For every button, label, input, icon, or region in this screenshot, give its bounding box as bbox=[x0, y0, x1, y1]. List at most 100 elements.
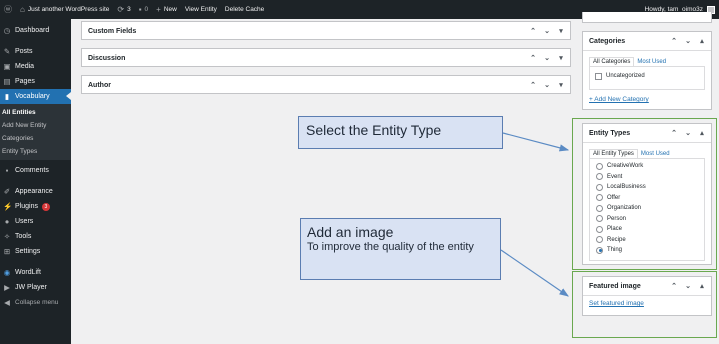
new-content-link[interactable]: + New bbox=[152, 0, 181, 19]
callout-subtitle: To improve the quality of the entity bbox=[307, 241, 474, 253]
menu-label: WordLift bbox=[15, 269, 41, 276]
dashboard-icon: ◷ bbox=[3, 26, 11, 35]
home-icon: ⌂ bbox=[20, 5, 25, 14]
page-icon: ▤ bbox=[3, 77, 11, 86]
callout-add-image: Add an image To improve the quality of t… bbox=[300, 218, 501, 280]
box-title: Author bbox=[88, 81, 111, 89]
categories-list: Uncategorized bbox=[589, 66, 705, 90]
menu-label: Media bbox=[15, 63, 35, 70]
author-box: Author ⌃ ⌄ ▾ bbox=[81, 75, 571, 94]
collapse-menu-button[interactable]: ◀ Collapse menu bbox=[0, 295, 71, 310]
chevron-up-icon[interactable]: ⌃ bbox=[530, 54, 536, 62]
menu-pages[interactable]: ▤ Pages bbox=[0, 74, 71, 89]
media-icon: ▣ bbox=[3, 62, 11, 71]
site-name: Just another WordPress site bbox=[27, 6, 110, 13]
discussion-header[interactable]: Discussion ⌃ ⌄ ▾ bbox=[82, 49, 570, 67]
updates-count: 3 bbox=[127, 6, 131, 13]
comments-link[interactable]: ▪ 0 bbox=[135, 0, 152, 19]
menu-label: Collapse menu bbox=[15, 299, 59, 306]
user-icon: ● bbox=[4, 217, 10, 226]
callout-select-entity-type: Select the Entity Type bbox=[298, 116, 503, 149]
publish-box-bottom bbox=[582, 12, 712, 23]
vocabulary-icon: ▮ bbox=[4, 92, 10, 101]
site-name-link[interactable]: ⌂ Just another WordPress site bbox=[16, 0, 113, 19]
list-item[interactable]: Uncategorized bbox=[595, 71, 699, 82]
menu-label: Comments bbox=[15, 167, 49, 174]
add-new-category-link[interactable]: + Add New Category bbox=[589, 96, 649, 103]
box-title: Categories bbox=[589, 37, 626, 45]
submenu-add-new-entity[interactable]: Add New Entity bbox=[0, 119, 71, 132]
plugins-update-badge: 3 bbox=[41, 202, 50, 211]
tab-all-categories[interactable]: All Categories bbox=[589, 57, 635, 66]
tab-most-used[interactable]: Most Used bbox=[634, 58, 670, 66]
toggle-arrow-icon[interactable]: ▴ bbox=[699, 37, 705, 45]
categories-tabs: All Categories Most Used bbox=[589, 55, 705, 66]
menu-settings[interactable]: ⊞ Settings bbox=[0, 244, 71, 259]
refresh-icon: ⟳ bbox=[117, 5, 125, 14]
chevron-up-icon[interactable]: ⌃ bbox=[530, 27, 536, 35]
plugin-icon: ⚡ bbox=[3, 202, 13, 211]
chevron-up-icon[interactable]: ⌃ bbox=[671, 37, 677, 45]
menu-label: Posts bbox=[15, 48, 33, 55]
menu-vocabulary[interactable]: ▮ Vocabulary bbox=[0, 89, 71, 104]
callout-title: Add an image bbox=[307, 224, 394, 240]
category-label: Uncategorized bbox=[606, 73, 645, 80]
menu-label: JW Player bbox=[15, 284, 47, 291]
delete-cache-link[interactable]: Delete Cache bbox=[221, 0, 268, 19]
wordpress-logo-icon: ⓦ bbox=[4, 5, 12, 14]
submenu-categories[interactable]: Categories bbox=[0, 132, 71, 145]
box-title: Custom Fields bbox=[88, 27, 137, 35]
menu-jwplayer[interactable]: ▶ JW Player bbox=[0, 280, 71, 295]
updates-link[interactable]: ⟳ 3 bbox=[113, 0, 134, 19]
chevron-down-icon[interactable]: ⌄ bbox=[544, 27, 550, 35]
menu-label: Tools bbox=[15, 233, 32, 240]
featured-image-highlight bbox=[572, 271, 717, 338]
video-icon: ▶ bbox=[4, 283, 10, 292]
categories-box: Categories ⌃ ⌄ ▴ All Categories Most Used … bbox=[582, 31, 712, 110]
toggle-arrow-icon[interactable]: ▾ bbox=[558, 54, 564, 62]
wrench-icon: ✧ bbox=[3, 232, 11, 241]
new-label: New bbox=[163, 6, 177, 13]
menu-plugins[interactable]: ⚡ Plugins 3 bbox=[0, 199, 71, 214]
menu-label: Dashboard bbox=[15, 27, 50, 34]
submenu-all-entities[interactable]: All Entities bbox=[0, 106, 71, 119]
chevron-down-icon[interactable]: ⌄ bbox=[544, 54, 550, 62]
arrow-to-entity-types bbox=[502, 132, 570, 152]
box-title: Discussion bbox=[88, 54, 126, 62]
author-header[interactable]: Author ⌃ ⌄ ▾ bbox=[82, 76, 570, 94]
menu-media[interactable]: ▣ Media bbox=[0, 59, 71, 74]
menu-label: Vocabulary bbox=[15, 93, 50, 100]
menu-wordlift[interactable]: ◉ WordLift bbox=[0, 265, 71, 280]
chevron-down-icon[interactable]: ⌄ bbox=[544, 81, 550, 89]
discussion-box: Discussion ⌃ ⌄ ▾ bbox=[81, 48, 571, 67]
category-checkbox[interactable] bbox=[595, 72, 602, 80]
chevron-up-icon[interactable]: ⌃ bbox=[530, 81, 536, 89]
menu-label: Settings bbox=[15, 248, 41, 255]
menu-label: Pages bbox=[15, 78, 35, 85]
pin-icon: ✎ bbox=[3, 47, 11, 56]
categories-header[interactable]: Categories ⌃ ⌄ ▴ bbox=[583, 32, 711, 50]
toggle-arrow-icon[interactable]: ▾ bbox=[558, 27, 564, 35]
menu-posts[interactable]: ✎ Posts bbox=[0, 44, 71, 59]
settings-icon: ⊞ bbox=[3, 247, 11, 256]
wordlift-icon: ◉ bbox=[3, 268, 11, 277]
menu-users[interactable]: ● Users bbox=[0, 214, 71, 229]
wordpress-logo-button[interactable]: ⓦ bbox=[0, 0, 16, 19]
entity-types-highlight bbox=[572, 118, 717, 270]
menu-appearance[interactable]: ✐ Appearance bbox=[0, 184, 71, 199]
menu-dashboard[interactable]: ◷ Dashboard bbox=[0, 23, 71, 38]
admin-sidebar: ◷ Dashboard ✎ Posts ▣ Media ▤ Pages ▮ Vocabul… bbox=[0, 19, 71, 344]
menu-comments[interactable]: ▪ Comments bbox=[0, 163, 71, 178]
vocabulary-submenu: All Entities Add New Entity Categories E… bbox=[0, 104, 71, 160]
view-entity-link[interactable]: View Entity bbox=[181, 0, 221, 19]
comment-icon: ▪ bbox=[5, 166, 9, 175]
toggle-arrow-icon[interactable]: ▾ bbox=[558, 81, 564, 89]
plus-icon: + bbox=[156, 5, 161, 14]
chevron-down-icon[interactable]: ⌄ bbox=[685, 37, 691, 45]
menu-tools[interactable]: ✧ Tools bbox=[0, 229, 71, 244]
comment-icon: ▪ bbox=[138, 5, 142, 14]
custom-fields-header[interactable]: Custom Fields ⌃ ⌄ ▾ bbox=[82, 22, 570, 40]
menu-label: Users bbox=[15, 218, 34, 225]
submenu-entity-types[interactable]: Entity Types bbox=[0, 145, 71, 158]
callout-text: Select the Entity Type bbox=[306, 122, 442, 138]
